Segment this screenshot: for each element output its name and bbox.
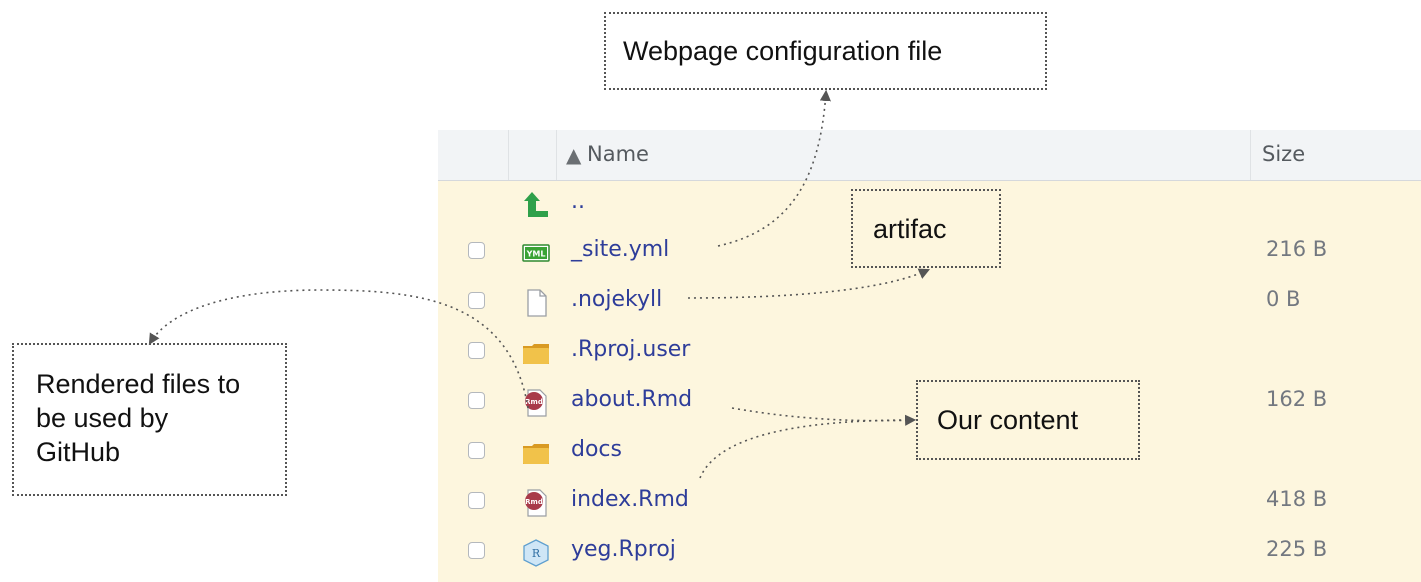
row-checkbox[interactable]	[468, 342, 485, 359]
file-size: 162 B	[1266, 387, 1328, 411]
file-size: 418 B	[1266, 487, 1328, 511]
annotation-artifact: artifac	[851, 189, 1001, 268]
folder-icon	[523, 344, 549, 364]
row-checkbox[interactable]	[468, 542, 485, 559]
header-size-column[interactable]: Size	[1250, 130, 1421, 180]
row-checkbox[interactable]	[468, 492, 485, 509]
annotation-rendered-line-2: be used by	[36, 403, 169, 433]
header-checkbox-column	[438, 130, 509, 180]
svg-text:YML: YML	[526, 250, 546, 259]
name-column-label[interactable]: Name	[587, 142, 649, 166]
annotation-content: Our content	[916, 380, 1140, 460]
annotation-rendered-line-3: GitHub	[36, 437, 121, 467]
yml-file-icon: YML	[522, 244, 550, 262]
row-checkbox[interactable]	[468, 392, 485, 409]
blank-file-icon	[527, 289, 547, 317]
file-link-docs[interactable]: docs	[571, 437, 622, 462]
file-row-index-rmd[interactable]: Rmd index.Rmd 418 B	[438, 478, 1421, 528]
file-size: 216 B	[1266, 237, 1328, 261]
file-link-about-rmd[interactable]: about.Rmd	[571, 387, 692, 412]
file-link-index-rmd[interactable]: index.Rmd	[571, 487, 689, 512]
row-checkbox[interactable]	[468, 242, 485, 259]
file-size: 225 B	[1266, 537, 1328, 561]
annotation-config-file: Webpage configuration file	[604, 12, 1047, 90]
row-checkbox[interactable]	[468, 292, 485, 309]
rmd-file-icon: Rmd	[525, 489, 547, 517]
file-link-site-yml[interactable]: _site.yml	[571, 237, 669, 262]
size-column-label[interactable]: Size	[1262, 142, 1305, 166]
folder-icon	[523, 444, 549, 464]
file-list-header: ▲ Name Size	[438, 130, 1421, 181]
file-row-nojekyll[interactable]: .nojekyll 0 B	[438, 278, 1421, 328]
svg-text:Rmd: Rmd	[525, 398, 543, 406]
svg-text:Rmd: Rmd	[525, 498, 543, 506]
annotation-rendered-line-1: Rendered files to	[36, 369, 241, 399]
svg-text:R: R	[532, 547, 541, 560]
annotation-config-text: Webpage configuration file	[623, 36, 943, 66]
up-arrow-icon[interactable]	[522, 191, 550, 219]
file-link-nojekyll[interactable]: .nojekyll	[571, 287, 662, 312]
file-link-yeg-rproj[interactable]: yeg.Rproj	[571, 537, 676, 562]
file-size: 0 B	[1266, 287, 1301, 311]
rmd-file-icon: Rmd	[525, 389, 547, 417]
rproj-file-icon: R	[523, 539, 549, 567]
annotation-rendered-files: Rendered files to be used by GitHub	[12, 343, 287, 496]
annotation-content-text: Our content	[937, 405, 1079, 435]
file-link-parent[interactable]: ..	[571, 189, 585, 214]
file-row-yeg-rproj[interactable]: R yeg.Rproj 225 B	[438, 528, 1421, 578]
row-checkbox[interactable]	[468, 442, 485, 459]
header-icon-column	[508, 130, 557, 180]
file-row-rproj-user[interactable]: .Rproj.user	[438, 328, 1421, 378]
file-link-rproj-user[interactable]: .Rproj.user	[571, 337, 690, 362]
header-name-column[interactable]: ▲ Name	[556, 130, 1251, 180]
annotation-artifact-text: artifac	[873, 214, 947, 244]
sort-ascending-icon[interactable]: ▲	[566, 143, 581, 167]
